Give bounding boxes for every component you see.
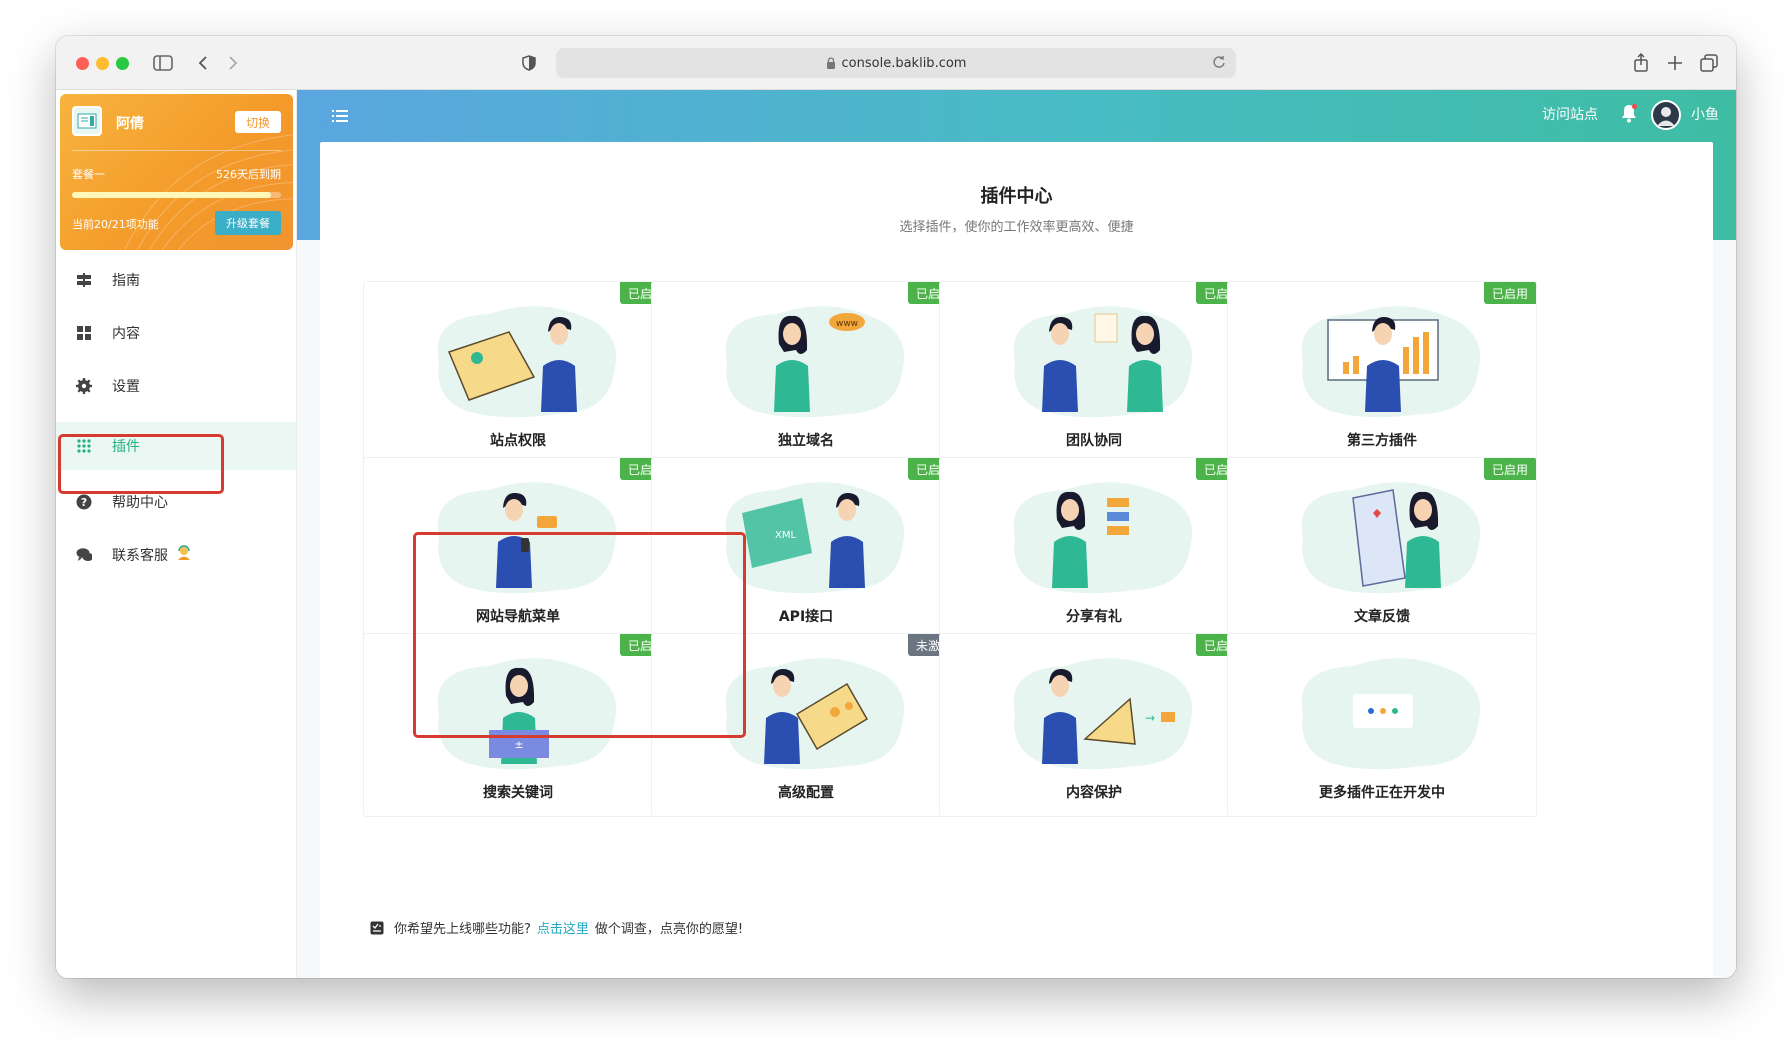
plugin-name: 站点权限 — [490, 433, 546, 449]
plugin-illustration — [437, 306, 616, 418]
user-name[interactable]: 小鱼 — [1691, 104, 1719, 124]
forward-icon[interactable] — [220, 50, 246, 76]
avatar[interactable] — [1651, 100, 1681, 130]
page-title: 插件中心 — [980, 186, 1053, 207]
plugin-illustration — [1301, 482, 1480, 594]
zoom-window-button[interactable] — [116, 57, 129, 70]
grid-icon — [76, 325, 92, 341]
plugin-illustration — [1013, 482, 1192, 594]
plugin-name: 文章反馈 — [1354, 609, 1410, 625]
sidebar-item-label: 内容 — [112, 326, 140, 342]
plan-expiry: 526天后到期 — [216, 168, 281, 181]
checkbox-icon — [370, 921, 384, 935]
sidebar-item-support[interactable]: 联系客服 — [56, 531, 296, 579]
plugin-illustration — [1301, 306, 1480, 418]
sidebar-item-label: 联系客服 — [112, 548, 168, 564]
plugin-illustration: XML — [725, 482, 904, 594]
chat-icon — [76, 547, 92, 563]
plugin-card[interactable]: 已启用 站点权限 — [363, 281, 673, 465]
plugin-card[interactable]: 已启用 ± 搜索关键词 — [363, 633, 673, 817]
plugin-name: 团队协同 — [1066, 433, 1122, 449]
sidebar-item-label: 指南 — [112, 273, 140, 289]
plugin-card[interactable]: 更多插件正在开发中 — [1227, 633, 1537, 817]
new-tab-icon[interactable] — [1662, 50, 1688, 76]
signpost-icon — [76, 272, 92, 288]
help-icon: ? — [76, 494, 92, 510]
plugin-name: 第三方插件 — [1347, 433, 1417, 449]
svg-text:±: ± — [514, 738, 523, 751]
site-logo-icon — [72, 106, 102, 136]
plugin-name: 搜索关键词 — [483, 785, 553, 801]
feature-count: 当前20/21项功能 — [72, 218, 159, 231]
sidebar-item-settings[interactable]: 设置 — [56, 362, 296, 410]
page-subtitle: 选择插件，使你的工作效率更高效、便捷 — [899, 220, 1134, 235]
svg-text:?: ? — [81, 496, 87, 509]
close-window-button[interactable] — [76, 57, 89, 70]
url-text: console.baklib.com — [841, 55, 967, 71]
sidebar-item-content[interactable]: 内容 — [56, 309, 296, 357]
plugin-illustration: ± — [437, 658, 616, 770]
support-agent-icon — [176, 545, 192, 565]
plan-progress-bar — [72, 192, 281, 198]
plugin-card[interactable]: 已启用 XML API接口 — [651, 457, 961, 641]
plugin-name: 独立域名 — [778, 433, 834, 449]
plugin-name: API接口 — [778, 609, 834, 625]
switch-site-button[interactable]: 切换 — [235, 111, 281, 133]
plugin-card[interactable]: 已启用 www 独立域名 — [651, 281, 961, 465]
address-bar[interactable]: console.baklib.com — [556, 48, 1236, 78]
survey-suffix: 做个调查，点亮你的愿望! — [594, 922, 744, 937]
survey-prefix: 你希望先上线哪些功能? — [394, 922, 531, 937]
svg-text:→: → — [1145, 711, 1155, 725]
tab-overview-icon[interactable] — [1696, 50, 1722, 76]
browser-toolbar: console.baklib.com — [56, 36, 1736, 90]
menu-icon[interactable] — [332, 108, 348, 124]
plugin-illustration — [437, 482, 616, 594]
site-card: 阿倩 切换 套餐一 526天后到期 当前20/21项功能 升级套餐 — [60, 94, 293, 250]
highlight-box-plugins — [58, 434, 224, 494]
survey-prompt: 你希望先上线哪些功能? 点击这里 做个调查，点亮你的愿望! — [370, 918, 743, 937]
svg-text:www: www — [836, 319, 858, 329]
plugin-center-panel: 插件中心 选择插件，使你的工作效率更高效、便捷 已启用 站点权限 已启用 www 独… — [320, 142, 1713, 978]
plugin-name: 分享有礼 — [1066, 609, 1122, 625]
plugin-card[interactable]: 已启用 → 内容保护 — [939, 633, 1249, 817]
plugin-illustration — [1301, 658, 1480, 770]
plan-name: 套餐一 — [72, 168, 105, 181]
share-icon[interactable] — [1628, 50, 1654, 76]
reload-icon[interactable] — [1212, 55, 1226, 73]
plugin-name: 内容保护 — [1066, 785, 1122, 801]
svg-text:XML: XML — [775, 530, 796, 541]
divider — [72, 150, 281, 151]
plugin-illustration — [1013, 306, 1192, 418]
visit-site-link[interactable]: 访问站点 — [1542, 104, 1598, 124]
plugin-card[interactable]: 已启用 团队协同 — [939, 281, 1249, 465]
plugin-illustration: www — [725, 306, 904, 418]
upgrade-plan-button[interactable]: 升级套餐 — [215, 211, 281, 235]
plugin-illustration: → — [1013, 658, 1192, 770]
plugin-name: 更多插件正在开发中 — [1319, 785, 1445, 801]
plan-progress-fill — [72, 192, 271, 198]
sidebar-toggle-icon[interactable] — [150, 50, 176, 76]
main-content: 访问站点 小鱼 插件中心 选择插件，使你的工作效率更高效、便捷 已启用 站点权限… — [297, 90, 1736, 978]
plugin-card[interactable]: 未激活 高级配置 — [651, 633, 961, 817]
gear-icon — [76, 378, 92, 394]
bell-icon[interactable] — [1620, 103, 1638, 123]
sidebar-item-guide[interactable]: 指南 — [56, 256, 296, 304]
plugin-card[interactable]: 已启用 分享有礼 — [939, 457, 1249, 641]
browser-window: console.baklib.com 阿倩 切换 套餐一 526天后到期 当前2… — [56, 36, 1736, 978]
minimize-window-button[interactable] — [96, 57, 109, 70]
privacy-shield-icon[interactable] — [516, 50, 542, 76]
plugin-name: 网站导航菜单 — [476, 609, 560, 625]
plugin-card[interactable]: 已启用 文章反馈 — [1227, 457, 1537, 641]
plugin-name: 高级配置 — [778, 785, 834, 801]
survey-link[interactable]: 点击这里 — [537, 918, 589, 937]
site-name: 阿倩 — [116, 116, 144, 132]
plugin-card[interactable]: 已启用 网站导航菜单 — [363, 457, 673, 641]
lock-icon — [826, 57, 836, 69]
sidebar: 阿倩 切换 套餐一 526天后到期 当前20/21项功能 升级套餐 指南 内容 … — [56, 90, 297, 978]
sidebar-item-label: 设置 — [112, 379, 140, 395]
plugin-illustration — [725, 658, 904, 770]
plugin-card[interactable]: 已启用 第三方插件 — [1227, 281, 1537, 465]
sidebar-item-label: 帮助中心 — [112, 495, 168, 511]
back-icon[interactable] — [190, 50, 216, 76]
